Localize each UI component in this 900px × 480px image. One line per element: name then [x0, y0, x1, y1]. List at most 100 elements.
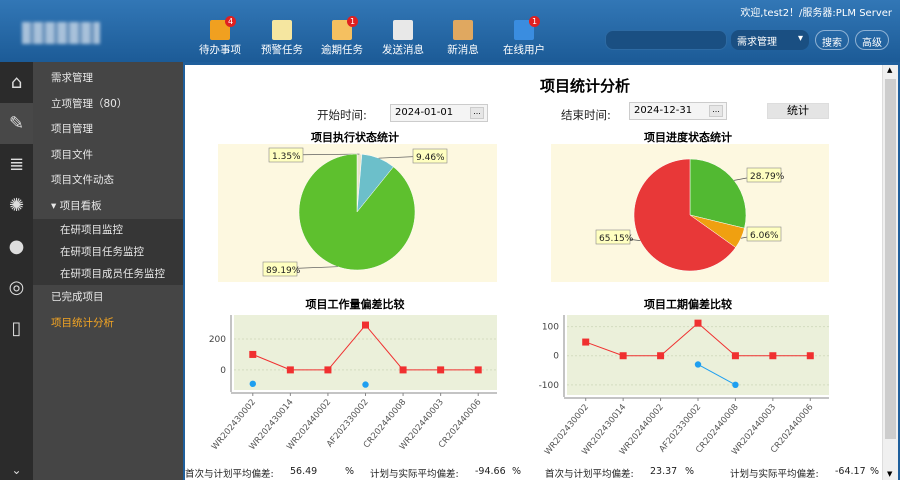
scrollbar-thumb[interactable]: [885, 79, 896, 439]
logo: [22, 22, 100, 44]
toolbar-label: 待办事项: [199, 44, 241, 56]
welcome-text: 欢迎,test2！/服务器:PLM Server: [740, 8, 892, 19]
deviation-value: 23.37: [650, 466, 678, 477]
sidebar-item[interactable]: 项目统计分析: [33, 311, 183, 337]
deviation-label: 计划与实际平均偏差:: [370, 469, 459, 480]
deviation-value: -94.66: [475, 466, 506, 477]
icon-bar: ⌂ ✎ ≣ ✺ ● ◎ ▯ ⌄: [0, 62, 33, 480]
data-point[interactable]: [324, 366, 332, 374]
module-select[interactable]: 需求管理 ▾: [731, 30, 809, 50]
toolbar-overdue-button[interactable]: 1 逾期任务: [312, 16, 372, 57]
pie-label: 65.15%: [599, 234, 634, 244]
toolbar-label: 新消息: [447, 44, 479, 56]
sidebar-menu: 需求管理 立项管理（80） 项目管理 项目文件 项目文件动态 ▾ 项目看板 在研项目监控在…: [33, 62, 183, 480]
pie-slice[interactable]: [298, 153, 416, 271]
overdue-icon: 1: [332, 16, 358, 40]
toolbar-warning-button[interactable]: 预警任务: [252, 20, 312, 57]
pie-label: 1.35%: [272, 152, 301, 162]
data-point[interactable]: [474, 366, 482, 374]
unit: %: [345, 466, 355, 477]
online-users-icon: 1: [514, 16, 540, 40]
sidebar-item[interactable]: 项目文件: [33, 143, 183, 169]
deviation-value: -64.17: [835, 466, 866, 477]
toolbar-todo-button[interactable]: 4 待办事项: [190, 16, 250, 57]
deviation-label: 首次与计划平均偏差:: [545, 469, 634, 480]
toolbar-label: 逾期任务: [321, 44, 363, 56]
top-header: 欢迎,test2！/服务器:PLM Server 4 待办事项 预警任务 1 逾期任务 发…: [0, 0, 900, 62]
sidebar-item[interactable]: 在研项目任务监控: [33, 241, 183, 263]
chat-icon[interactable]: ●: [0, 226, 33, 267]
pie-label: 6.06%: [750, 231, 779, 241]
toolbar-send-mail-button[interactable]: 发送消息: [373, 20, 433, 57]
module-select-value: 需求管理: [737, 37, 777, 48]
data-point[interactable]: [249, 350, 257, 358]
y-tick-label: -100: [539, 381, 560, 391]
data-point[interactable]: [732, 381, 739, 389]
data-point[interactable]: [437, 366, 445, 374]
main-content: 项目统计分析 开始时间: 2024-01-01... 结束时间: 2024-12…: [185, 65, 898, 480]
data-point[interactable]: [619, 352, 627, 360]
pie-label: 89.19%: [266, 266, 301, 276]
search-input[interactable]: [605, 30, 727, 50]
advanced-search-button[interactable]: 高级: [855, 30, 889, 50]
data-point[interactable]: [399, 366, 407, 374]
deviation-value: 56.49: [290, 466, 318, 477]
unit: %: [512, 466, 522, 477]
badge: 1: [347, 16, 358, 27]
badge: 1: [529, 16, 540, 27]
toolbar-label: 预警任务: [261, 44, 303, 56]
data-point[interactable]: [582, 338, 590, 346]
sidebar-item[interactable]: 在研项目监控: [33, 219, 183, 241]
unit: %: [870, 466, 880, 477]
data-point[interactable]: [731, 352, 739, 360]
deviation-label: 计划与实际平均偏差:: [730, 469, 819, 480]
loading-icon[interactable]: ✺: [0, 185, 33, 226]
send-mail-icon: [393, 20, 413, 40]
data-point[interactable]: [806, 352, 814, 360]
chevron-down-icon: ▾: [797, 33, 803, 44]
deviation-label: 首次与计划平均偏差:: [185, 469, 274, 480]
data-point[interactable]: [769, 352, 777, 360]
y-tick-label: 0: [220, 366, 226, 376]
pie-label: 28.79%: [750, 172, 785, 182]
edit-icon[interactable]: ✎: [0, 103, 33, 144]
data-point[interactable]: [249, 380, 256, 388]
unit: %: [685, 466, 695, 477]
home-icon[interactable]: ⌂: [0, 62, 33, 103]
vertical-scrollbar[interactable]: ▲ ▼: [882, 65, 898, 480]
toolbar-new-message-button[interactable]: 新消息: [433, 20, 493, 57]
data-point[interactable]: [694, 361, 702, 368]
toolbar-online-users-button[interactable]: 1 在线用户: [494, 16, 554, 57]
pie-label: 9.46%: [416, 153, 445, 163]
todo-icon: 4: [210, 16, 236, 40]
data-point[interactable]: [657, 352, 665, 360]
database-icon[interactable]: ≣: [0, 144, 33, 185]
sidebar-item[interactable]: 在研项目成员任务监控: [33, 263, 183, 285]
sidebar-item[interactable]: 已完成项目: [33, 285, 183, 311]
book-icon[interactable]: ▯: [0, 308, 33, 349]
sidebar-item[interactable]: 项目管理: [33, 117, 183, 143]
y-tick-label: 0: [553, 352, 559, 362]
data-point[interactable]: [362, 381, 369, 388]
sidebar-item[interactable]: ▾ 项目看板: [33, 194, 183, 220]
chevron-down-icon[interactable]: ⌄: [0, 460, 33, 480]
badge: 4: [225, 16, 236, 27]
data-point[interactable]: [694, 319, 702, 327]
y-tick-label: 200: [209, 335, 226, 345]
search-button[interactable]: 搜索: [815, 30, 849, 50]
sidebar-item[interactable]: 项目文件动态: [33, 168, 183, 194]
sidebar-item[interactable]: 需求管理: [33, 66, 183, 92]
scroll-up-icon[interactable]: ▲: [887, 66, 892, 74]
plot-area: [567, 315, 829, 395]
scroll-down-icon[interactable]: ▼: [887, 470, 892, 478]
data-point[interactable]: [286, 366, 294, 374]
charts-canvas: 1.35% 9.46%89.19%28.79%6.06%65.15%0200WR2…: [209, 144, 829, 457]
broadcast-icon[interactable]: ◎: [0, 267, 33, 308]
sidebar-item[interactable]: 立项管理（80）: [33, 92, 183, 118]
y-tick-label: 100: [542, 323, 559, 333]
warning-icon: [272, 20, 292, 40]
data-point[interactable]: [362, 321, 369, 329]
toolbar-label: 发送消息: [382, 44, 424, 56]
toolbar-label: 在线用户: [503, 44, 545, 56]
new-message-icon: [453, 20, 473, 40]
